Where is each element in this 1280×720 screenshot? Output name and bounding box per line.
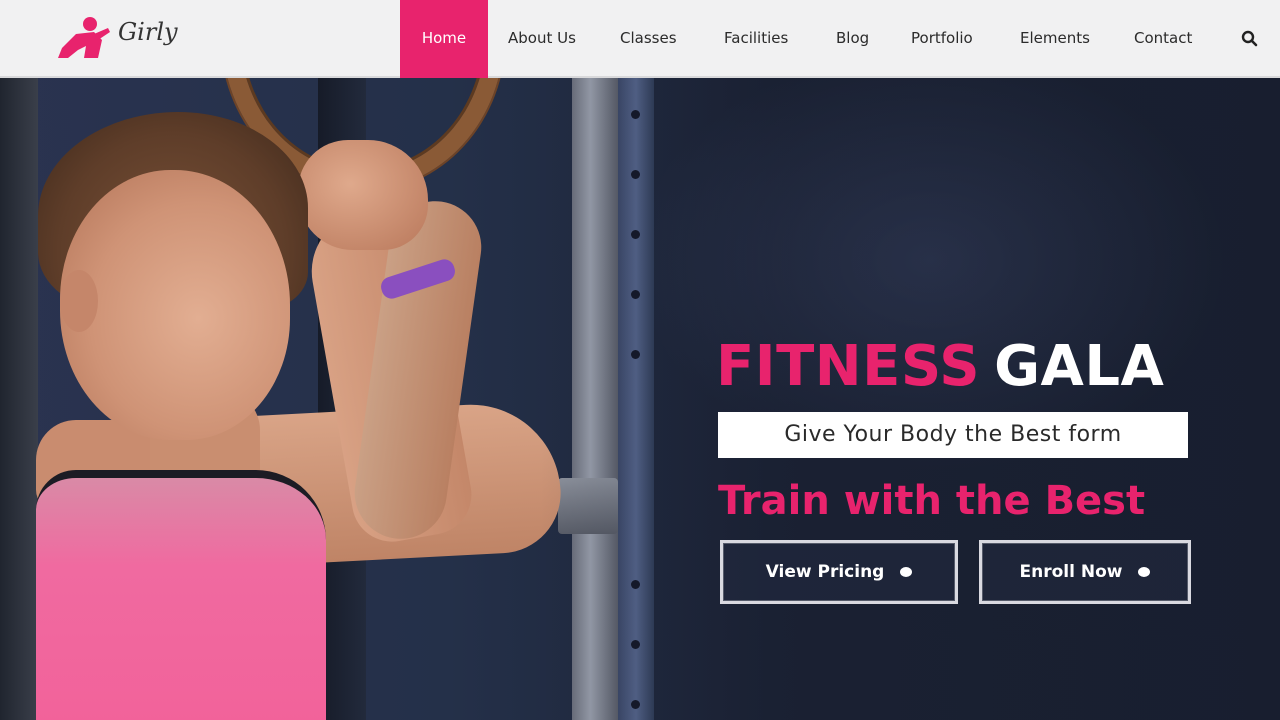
pink-sports-top <box>36 470 326 720</box>
woman-ear <box>60 270 98 332</box>
nav-item-elements[interactable]: Elements <box>1020 0 1090 78</box>
nav-item-facilities[interactable]: Facilities <box>724 0 788 78</box>
nav-item-home[interactable]: Home <box>400 0 488 78</box>
brand-logo-icon[interactable] <box>54 14 112 62</box>
woman-hand <box>298 140 428 250</box>
search-icon[interactable] <box>1240 29 1260 49</box>
top-navbar: Girly Home About Us Classes Facilities B… <box>0 0 1280 78</box>
nav-item-portfolio[interactable]: Portfolio <box>911 0 973 78</box>
hero-title: FITNESS GALA <box>716 330 1164 404</box>
dot-icon <box>1138 567 1151 577</box>
nav-item-blog[interactable]: Blog <box>836 0 869 78</box>
hero-title-rest: GALA <box>994 334 1165 399</box>
view-pricing-button[interactable]: View Pricing <box>720 540 958 604</box>
nav-item-classes[interactable]: Classes <box>620 0 677 78</box>
gym-strap <box>0 78 38 720</box>
enroll-now-label: Enroll Now <box>1019 562 1123 582</box>
nav-item-contact[interactable]: Contact <box>1134 0 1192 78</box>
dot-icon <box>900 567 913 577</box>
hero-subtitle: Train with the Best <box>718 478 1146 524</box>
hero-tagline: Give Your Body the Best form <box>718 412 1188 458</box>
enroll-now-button[interactable]: Enroll Now <box>979 540 1191 604</box>
brand-logo-text[interactable]: Girly <box>118 18 178 46</box>
view-pricing-label: View Pricing <box>765 562 885 582</box>
nav-item-about-us[interactable]: About Us <box>508 0 576 78</box>
hero-title-highlight: FITNESS <box>716 334 981 399</box>
